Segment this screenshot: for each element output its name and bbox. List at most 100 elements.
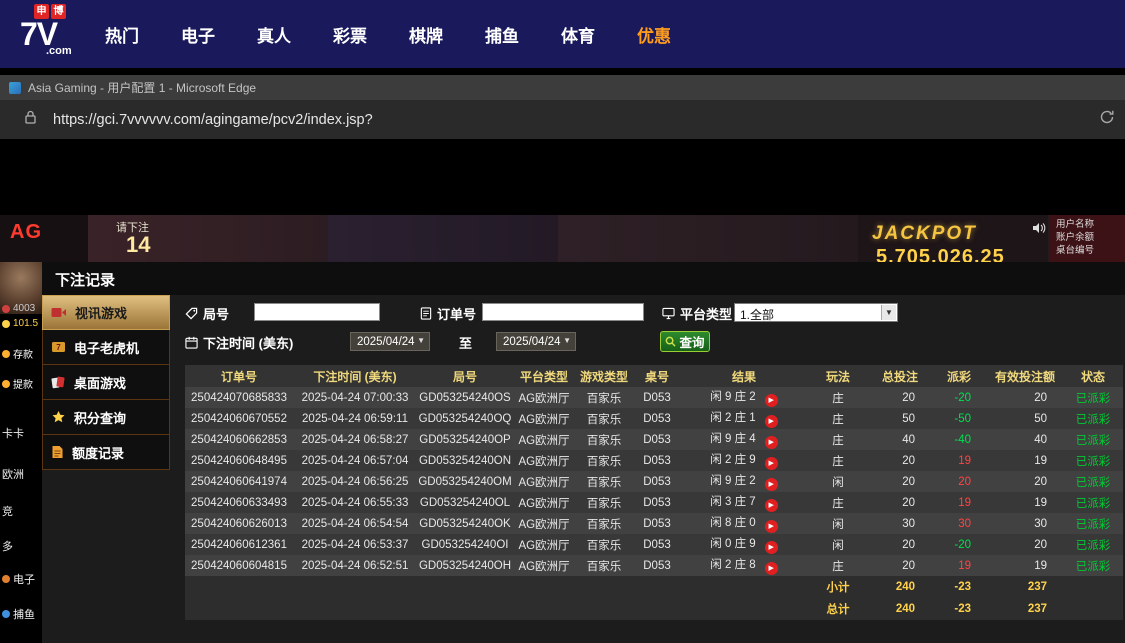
lobby-left-item: 竞	[2, 506, 13, 518]
filter-bar: 局号 订单号 平台类型 1.全部 ▼ 下注时间 (美东) 2025/04/24 …	[185, 300, 1123, 364]
nav-menu: 热门 电子 真人 彩票 棋牌 捕鱼 体育 优惠	[105, 0, 671, 68]
cell-bet: 20	[869, 387, 931, 408]
calendar-icon	[185, 336, 198, 349]
cell-result: 闲 2 庄 9	[681, 450, 807, 471]
replay-button[interactable]	[764, 415, 778, 428]
cell-round: GD053254240OH	[417, 555, 513, 576]
cell-payout: 20	[931, 471, 987, 492]
nav-item-fishing[interactable]: 捕鱼	[485, 22, 519, 47]
date-from-select[interactable]: 2025/04/24 ▼	[350, 332, 430, 351]
column-header: 总投注	[869, 365, 931, 387]
browser-titlebar: Asia Gaming - 用户配置 1 - Microsoft Edge	[0, 75, 1125, 100]
column-header: 游戏类型	[575, 365, 633, 387]
lobby-left-item: 多	[2, 541, 13, 553]
table-row: 250424060612361 2025-04-24 06:53:37 GD0532…	[185, 534, 1123, 555]
nav-item-lottery[interactable]: 彩票	[333, 22, 367, 47]
round-label: 局号	[185, 304, 229, 323]
lobby-image	[328, 215, 558, 262]
column-header: 局号	[417, 365, 513, 387]
replay-button[interactable]	[764, 436, 778, 449]
cell-bet: 50	[869, 408, 931, 429]
lobby-left-item: 捕鱼	[0, 606, 42, 622]
cell-play: 闲	[807, 534, 869, 555]
cell-valid: 20	[987, 471, 1063, 492]
lobby-left-item: 卡卡	[2, 428, 24, 440]
replay-button[interactable]	[764, 457, 778, 470]
lock-icon[interactable]	[24, 110, 37, 129]
cell-payout: 30	[931, 513, 987, 534]
tab-favicon	[9, 81, 21, 94]
nav-item-board[interactable]: 棋牌	[409, 22, 443, 47]
refresh-icon[interactable]	[1099, 109, 1115, 130]
column-header: 订单号	[185, 365, 293, 387]
cell-game: 百家乐	[575, 513, 633, 534]
replay-button[interactable]	[764, 541, 778, 554]
cell-valid: 40	[987, 429, 1063, 450]
cell-result: 闲 2 庄 1	[681, 408, 807, 429]
cell-play: 闲	[807, 471, 869, 492]
video-icon	[51, 308, 66, 317]
round-input[interactable]	[254, 303, 380, 321]
window-title: Asia Gaming - 用户配置 1 - Microsoft Edge	[28, 81, 257, 95]
cell-result: 闲 2 庄 8	[681, 555, 807, 576]
cell-play: 庄	[807, 555, 869, 576]
sidebar-item-slot-machines[interactable]: 7 电子老虎机	[42, 330, 170, 365]
nav-item-hot[interactable]: 热门	[105, 22, 139, 47]
replay-button[interactable]	[764, 520, 778, 533]
summary-payout: -23	[931, 576, 987, 598]
sidebar-item-points-query[interactable]: 积分查询	[42, 400, 170, 435]
screen: 申 博 7V .com 热门 电子 真人 彩票 棋牌 捕鱼 体育 优惠 Asia…	[0, 0, 1125, 643]
cell-game: 百家乐	[575, 387, 633, 408]
cell-status: 已派彩	[1063, 450, 1123, 471]
url-field[interactable]: https://gci.7vvvvvv.com/agingame/pcv2/in…	[53, 112, 1099, 128]
cell-play: 庄	[807, 408, 869, 429]
search-button[interactable]: 查询	[660, 331, 710, 352]
cell-table: D053	[633, 408, 681, 429]
cell-time: 2025-04-24 06:53:37	[293, 534, 417, 555]
cell-payout: -40	[931, 429, 987, 450]
nav-item-promo[interactable]: 优惠	[637, 22, 671, 47]
cell-play: 庄	[807, 492, 869, 513]
cell-order: 250424060670552	[185, 408, 293, 429]
cell-result: 闲 9 庄 4	[681, 429, 807, 450]
sidebar-item-quota-records[interactable]: 额度记录	[42, 435, 170, 470]
order-form-icon	[420, 307, 432, 320]
cell-order: 250424060648495	[185, 450, 293, 471]
cell-round: GD053254240OI	[417, 534, 513, 555]
cell-order: 250424070685833	[185, 387, 293, 408]
cell-order: 250424060626013	[185, 513, 293, 534]
cell-platform: AG欧洲厅	[513, 534, 575, 555]
cell-payout: -20	[931, 534, 987, 555]
summary-valid: 237	[987, 598, 1063, 620]
lobby-background: AG 请下注 14 JACKPOT 5,705,026.25 用户名称 账户余额…	[0, 215, 1125, 262]
nav-item-slots[interactable]: 电子	[181, 22, 215, 47]
cell-payout: 19	[931, 450, 987, 471]
nav-item-sports[interactable]: 体育	[561, 22, 595, 47]
cell-time: 2025-04-24 06:58:27	[293, 429, 417, 450]
cell-play: 庄	[807, 387, 869, 408]
date-to-select[interactable]: 2025/04/24 ▼	[496, 332, 576, 351]
sidebar-item-table-games[interactable]: 桌面游戏	[42, 365, 170, 400]
replay-button[interactable]	[764, 499, 778, 512]
replay-button[interactable]	[764, 394, 778, 407]
replay-button[interactable]	[764, 478, 778, 491]
sound-icon	[1032, 221, 1046, 239]
column-header: 派彩	[931, 365, 987, 387]
replay-button[interactable]	[764, 562, 778, 575]
site-logo[interactable]: 申 博 7V .com	[20, 4, 84, 64]
nav-item-live[interactable]: 真人	[257, 22, 291, 47]
cell-round: GD053254240OK	[417, 513, 513, 534]
cell-status: 已派彩	[1063, 513, 1123, 534]
chrome-gap	[0, 68, 1125, 75]
user-info-box: 用户名称 账户余额 桌台编号	[1050, 215, 1125, 262]
table-row: 250424060626013 2025-04-24 06:54:54 GD0532…	[185, 513, 1123, 534]
cell-game: 百家乐	[575, 450, 633, 471]
platform-select[interactable]: 1.全部 ▼	[734, 303, 898, 322]
cell-play: 闲	[807, 513, 869, 534]
sidebar-item-live-games[interactable]: 视讯游戏	[42, 295, 170, 330]
cell-game: 百家乐	[575, 471, 633, 492]
order-input[interactable]	[482, 303, 644, 321]
cell-status: 已派彩	[1063, 471, 1123, 492]
cell-table: D053	[633, 513, 681, 534]
summary-bet: 240	[869, 576, 931, 598]
